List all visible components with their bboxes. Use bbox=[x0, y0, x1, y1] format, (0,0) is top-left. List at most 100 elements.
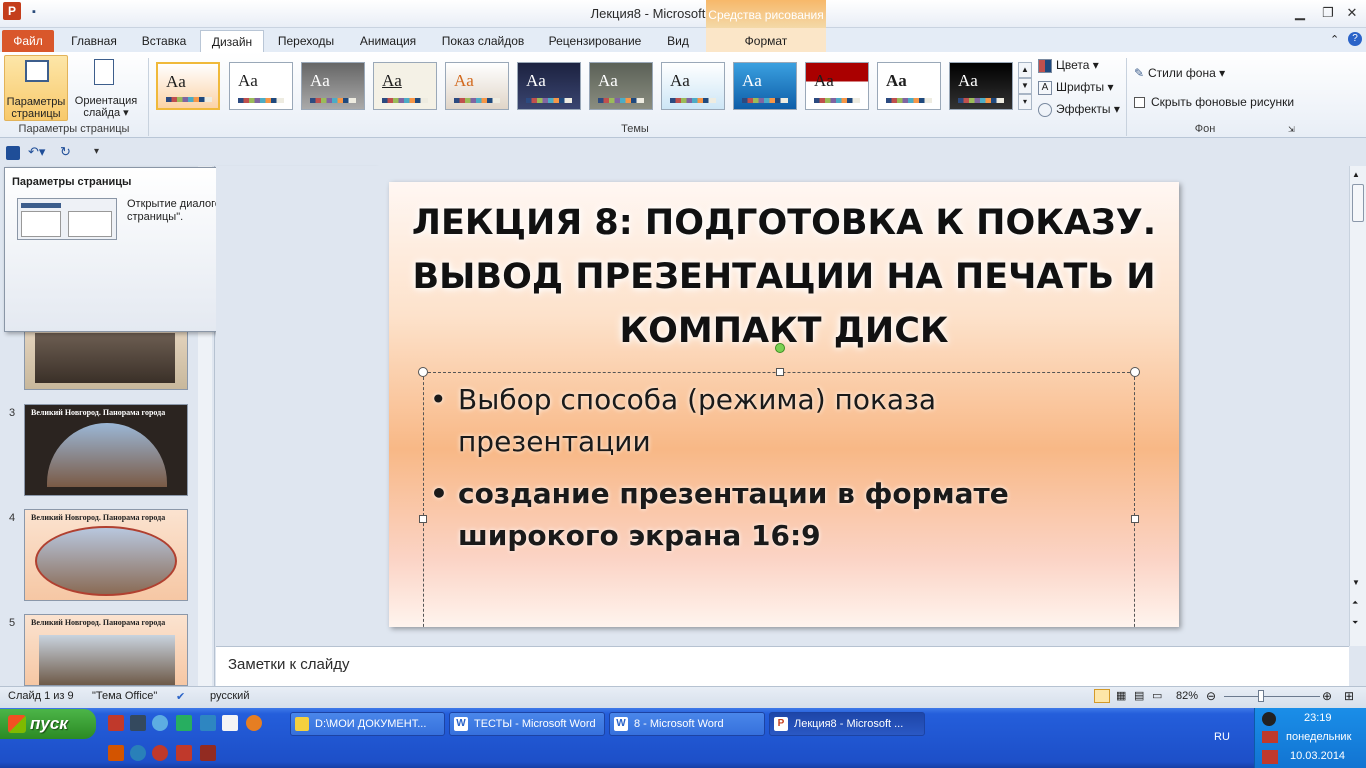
minimize-ribbon-icon[interactable]: ⌃ bbox=[1330, 33, 1339, 46]
ati-icon[interactable] bbox=[1262, 731, 1278, 743]
close-icon[interactable]: ✕ bbox=[1342, 4, 1362, 22]
theme-effects-button[interactable]: Эффекты ▾ bbox=[1038, 102, 1120, 117]
tab-transitions[interactable]: Переходы bbox=[270, 30, 342, 52]
theme-thumb-light-blue[interactable]: Aa bbox=[661, 62, 725, 110]
hide-background-graphics-checkbox[interactable]: Скрыть фоновые рисунки bbox=[1134, 95, 1294, 109]
theme-thumb-office[interactable]: Aa bbox=[229, 62, 293, 110]
gallery-more-icon[interactable]: ▾ bbox=[1018, 94, 1032, 110]
tab-review[interactable]: Рецензирование bbox=[540, 30, 650, 52]
bullet-item-2[interactable]: • создание презентации в формате широкого… bbox=[430, 473, 1009, 557]
minimize-icon[interactable]: ▁ bbox=[1290, 4, 1310, 22]
slide-thumbnail-4[interactable]: Великий Новгород. Панорама города bbox=[24, 509, 188, 601]
tab-slideshow[interactable]: Показ слайдов bbox=[434, 30, 532, 52]
background-dialog-launcher-icon[interactable]: ⇲ bbox=[1288, 125, 1295, 134]
task-button-folder[interactable]: D:\МОИ ДОКУМЕНТ... bbox=[290, 712, 445, 736]
theme-fonts-button[interactable]: A Шрифты ▾ bbox=[1038, 80, 1113, 95]
notes-placeholder[interactable]: Заметки к слайду bbox=[228, 656, 350, 673]
theme-thumb-olive[interactable]: Aa bbox=[589, 62, 653, 110]
save-quicklaunch-icon[interactable] bbox=[130, 715, 146, 731]
normal-view-icon[interactable] bbox=[1094, 689, 1110, 703]
messenger-quicklaunch-icon[interactable] bbox=[246, 715, 262, 731]
tab-file[interactable]: Файл bbox=[2, 30, 54, 52]
tab-format[interactable]: Формат bbox=[726, 30, 806, 52]
keyboard-language-indicator[interactable]: RU bbox=[1214, 731, 1230, 743]
restore-icon[interactable]: ❐ bbox=[1318, 4, 1338, 22]
resize-handle-nw[interactable] bbox=[418, 367, 428, 377]
download-quicklaunch-icon[interactable] bbox=[176, 745, 192, 761]
antivirus-icon[interactable] bbox=[1262, 750, 1278, 764]
background-styles-button[interactable]: ✎ Стили фона ▾ bbox=[1134, 66, 1225, 80]
undo-icon[interactable]: ↶▾ bbox=[28, 144, 45, 160]
task-button-word-8[interactable]: W8 - Microsoft Word bbox=[609, 712, 765, 736]
slide-thumbnail-5[interactable]: Великий Новгород. Панорама города bbox=[24, 614, 188, 686]
tab-home[interactable]: Главная bbox=[62, 30, 126, 52]
zoom-level[interactable]: 82% bbox=[1176, 690, 1198, 702]
slide-title[interactable]: ЛЕКЦИЯ 8: ПОДГОТОВКА К ПОКАЗУ. ВЫВОД ПРЕ… bbox=[409, 196, 1159, 358]
tray-app-icon[interactable] bbox=[1262, 712, 1276, 726]
tab-insert[interactable]: Вставка bbox=[132, 30, 196, 52]
tab-view[interactable]: Вид bbox=[656, 30, 700, 52]
slide-sorter-icon[interactable]: ▦ bbox=[1116, 689, 1126, 702]
ie-quicklaunch-icon[interactable] bbox=[152, 715, 168, 731]
notes-pane[interactable] bbox=[216, 646, 1349, 686]
bullet-item-1[interactable]: • Выбор способа (режима) показа презентац… bbox=[430, 379, 936, 463]
rotate-handle[interactable] bbox=[775, 343, 785, 353]
save-icon[interactable] bbox=[6, 146, 20, 160]
slide-thumbnail-3[interactable]: Великий Новгород. Панорама города bbox=[24, 404, 188, 496]
resize-handle-n[interactable] bbox=[776, 368, 784, 376]
theme-thumb-current[interactable]: Aa bbox=[156, 62, 220, 110]
word-quicklaunch-icon[interactable] bbox=[200, 715, 216, 731]
task-button-powerpoint[interactable]: P Лекция8 - Microsoft ... bbox=[769, 712, 925, 736]
star-quicklaunch-icon[interactable] bbox=[222, 715, 238, 731]
theme-colors-button[interactable]: Цвета ▾ bbox=[1038, 58, 1099, 73]
theme-thumb-red[interactable]: Aa bbox=[805, 62, 869, 110]
excel-quicklaunch-icon[interactable] bbox=[176, 715, 192, 731]
checkbox-icon bbox=[1134, 97, 1145, 109]
tooltip-title: Параметры страницы bbox=[12, 176, 132, 188]
next-slide-icon[interactable]: ⏷ bbox=[1352, 618, 1358, 628]
zoom-slider-thumb[interactable] bbox=[1258, 690, 1264, 702]
slideshow-icon[interactable]: ▭ bbox=[1152, 689, 1162, 702]
theme-thumb-bold[interactable]: Aa bbox=[877, 62, 941, 110]
redo-icon[interactable]: ↻ bbox=[60, 144, 71, 160]
window-title: Лекция8 - Microsoft PowerPoint bbox=[590, 6, 776, 21]
resize-handle-w[interactable] bbox=[419, 515, 427, 523]
theme-thumb-orange[interactable]: Aa bbox=[445, 62, 509, 110]
tool-quicklaunch-icon[interactable] bbox=[108, 745, 124, 761]
customize-qat-icon[interactable]: ▾ bbox=[94, 146, 99, 157]
page-setup-button[interactable]: Параметры страницы bbox=[4, 55, 68, 121]
help-icon[interactable]: ? bbox=[1348, 32, 1362, 46]
theme-thumb-gray[interactable]: Aa bbox=[301, 62, 365, 110]
skype-quicklaunch-icon[interactable] bbox=[130, 745, 146, 761]
zoom-out-icon[interactable]: ⊖ bbox=[1206, 689, 1216, 703]
theme-thumb-black[interactable]: Aa bbox=[949, 62, 1013, 110]
app-quicklaunch-icon[interactable] bbox=[200, 745, 216, 761]
zoom-slider[interactable] bbox=[1224, 696, 1320, 697]
gallery-scroll-down-icon[interactable]: ▼ bbox=[1018, 78, 1032, 94]
theme-thumb-paper[interactable]: Aa bbox=[373, 62, 437, 110]
theme-thumb-dark-blue[interactable]: Aa bbox=[517, 62, 581, 110]
vertical-scrollbar[interactable]: ▲ ▼ ⏶ ⏷ bbox=[1349, 166, 1366, 646]
zoom-in-icon[interactable]: ⊕ bbox=[1322, 689, 1332, 703]
scroll-down-icon[interactable]: ▼ bbox=[1352, 578, 1360, 587]
content-placeholder[interactable]: • Выбор способа (режима) показа презентац… bbox=[418, 343, 1140, 627]
gallery-scroll-up-icon[interactable]: ▲ bbox=[1018, 62, 1032, 78]
resize-handle-ne[interactable] bbox=[1130, 367, 1140, 377]
tab-animation[interactable]: Анимация bbox=[350, 30, 426, 52]
current-slide[interactable]: ЛЕКЦИЯ 8: ПОДГОТОВКА К ПОКАЗУ. ВЫВОД ПРЕ… bbox=[389, 182, 1179, 627]
opera-2-quicklaunch-icon[interactable] bbox=[152, 745, 168, 761]
resize-handle-e[interactable] bbox=[1131, 515, 1139, 523]
fit-to-window-icon[interactable]: ⊞ bbox=[1344, 689, 1354, 703]
scroll-up-icon[interactable]: ▲ bbox=[1352, 170, 1360, 179]
previous-slide-icon[interactable]: ⏶ bbox=[1352, 598, 1358, 608]
spellcheck-icon[interactable]: ✔ bbox=[176, 690, 185, 703]
clock-time[interactable]: 23:19 bbox=[1304, 712, 1332, 724]
language-indicator[interactable]: русский bbox=[210, 690, 249, 702]
reading-view-icon[interactable]: ▤ bbox=[1134, 689, 1144, 702]
theme-thumb-blue[interactable]: Aa bbox=[733, 62, 797, 110]
slide-orientation-button[interactable]: Ориентация слайда ▾ bbox=[70, 55, 142, 121]
opera-quicklaunch-icon[interactable] bbox=[108, 715, 124, 731]
scroll-thumb[interactable] bbox=[1352, 184, 1364, 222]
task-button-word-tests[interactable]: W ТЕСТЫ - Microsoft Word bbox=[449, 712, 605, 736]
tab-design[interactable]: Дизайн bbox=[200, 30, 264, 52]
